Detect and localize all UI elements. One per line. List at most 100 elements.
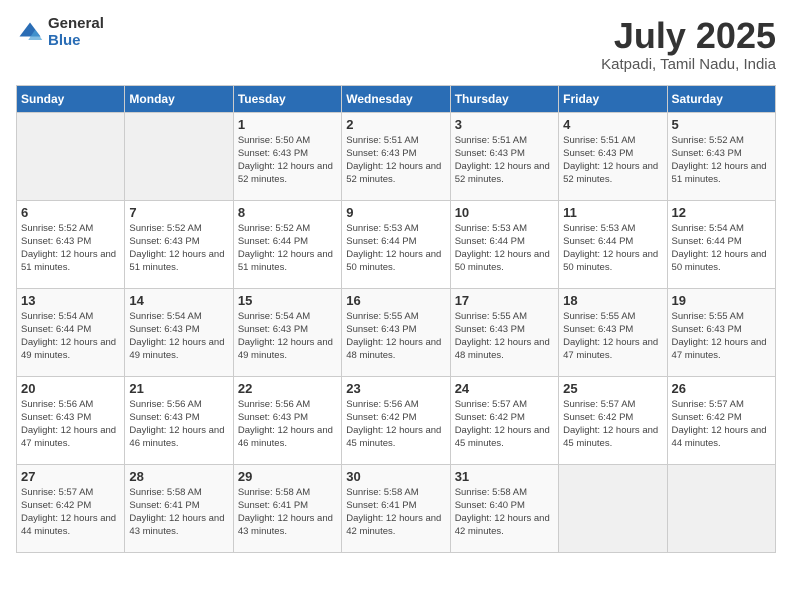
week-row-3: 13 Sunrise: 5:54 AM Sunset: 6:44 PM Dayli… bbox=[17, 288, 776, 376]
header-sunday: Sunday bbox=[17, 85, 125, 112]
page-header: General Blue July 2025 Katpadi, Tamil Na… bbox=[16, 16, 776, 73]
day-number: 31 bbox=[455, 469, 554, 484]
day-number: 26 bbox=[672, 381, 771, 396]
day-number: 13 bbox=[21, 293, 120, 308]
day-number: 24 bbox=[455, 381, 554, 396]
day-info: Sunrise: 5:51 AM Sunset: 6:43 PM Dayligh… bbox=[346, 134, 445, 187]
day-number: 3 bbox=[455, 117, 554, 132]
day-cell: 8Sunrise: 5:52 AM Sunset: 6:44 PM Daylig… bbox=[233, 200, 341, 288]
day-cell: 2 Sunrise: 5:51 AM Sunset: 6:43 PM Daylig… bbox=[342, 112, 450, 200]
day-info: Sunrise: 5:53 AM Sunset: 6:44 PM Dayligh… bbox=[563, 222, 662, 275]
header-monday: Monday bbox=[125, 85, 233, 112]
day-number: 7 bbox=[129, 205, 228, 220]
day-info: Sunrise: 5:54 AM Sunset: 6:44 PM Dayligh… bbox=[672, 222, 771, 275]
day-cell bbox=[559, 464, 667, 552]
day-info: Sunrise: 5:57 AM Sunset: 6:42 PM Dayligh… bbox=[563, 398, 662, 451]
day-cell: 4 Sunrise: 5:51 AM Sunset: 6:43 PM Daylig… bbox=[559, 112, 667, 200]
day-info: Sunrise: 5:56 AM Sunset: 6:43 PM Dayligh… bbox=[129, 398, 228, 451]
day-cell: 13 Sunrise: 5:54 AM Sunset: 6:44 PM Dayli… bbox=[17, 288, 125, 376]
day-number: 21 bbox=[129, 381, 228, 396]
day-number: 17 bbox=[455, 293, 554, 308]
day-cell: 24 Sunrise: 5:57 AM Sunset: 6:42 PM Dayli… bbox=[450, 376, 558, 464]
day-cell: 26 Sunrise: 5:57 AM Sunset: 6:42 PM Dayli… bbox=[667, 376, 775, 464]
day-info: Sunrise: 5:56 AM Sunset: 6:43 PM Dayligh… bbox=[238, 398, 337, 451]
day-cell: 15Sunrise: 5:54 AM Sunset: 6:43 PM Dayli… bbox=[233, 288, 341, 376]
day-number: 18 bbox=[563, 293, 662, 308]
day-number: 16 bbox=[346, 293, 445, 308]
day-info: Sunrise: 5:56 AM Sunset: 6:42 PM Dayligh… bbox=[346, 398, 445, 451]
day-cell: 7 Sunrise: 5:52 AM Sunset: 6:43 PM Daylig… bbox=[125, 200, 233, 288]
calendar-table: SundayMondayTuesdayWednesdayThursdayFrid… bbox=[16, 85, 776, 553]
day-info: Sunrise: 5:56 AM Sunset: 6:43 PM Dayligh… bbox=[21, 398, 120, 451]
day-info: Sunrise: 5:52 AM Sunset: 6:43 PM Dayligh… bbox=[21, 222, 120, 275]
day-info: Sunrise: 5:52 AM Sunset: 6:43 PM Dayligh… bbox=[129, 222, 228, 275]
day-info: Sunrise: 5:58 AM Sunset: 6:41 PM Dayligh… bbox=[238, 486, 337, 539]
day-info: Sunrise: 5:54 AM Sunset: 6:44 PM Dayligh… bbox=[21, 310, 120, 363]
day-cell: 16Sunrise: 5:55 AM Sunset: 6:43 PM Dayli… bbox=[342, 288, 450, 376]
day-cell: 30Sunrise: 5:58 AM Sunset: 6:41 PM Dayli… bbox=[342, 464, 450, 552]
day-info: Sunrise: 5:58 AM Sunset: 6:41 PM Dayligh… bbox=[129, 486, 228, 539]
header-wednesday: Wednesday bbox=[342, 85, 450, 112]
day-cell: 5 Sunrise: 5:52 AM Sunset: 6:43 PM Daylig… bbox=[667, 112, 775, 200]
day-cell: 22 Sunrise: 5:56 AM Sunset: 6:43 PM Dayli… bbox=[233, 376, 341, 464]
week-row-4: 20 Sunrise: 5:56 AM Sunset: 6:43 PM Dayli… bbox=[17, 376, 776, 464]
logo: General Blue bbox=[16, 16, 104, 49]
day-number: 14 bbox=[129, 293, 228, 308]
day-info: Sunrise: 5:55 AM Sunset: 6:43 PM Dayligh… bbox=[455, 310, 554, 363]
day-number: 5 bbox=[672, 117, 771, 132]
day-cell: 12 Sunrise: 5:54 AM Sunset: 6:44 PM Dayli… bbox=[667, 200, 775, 288]
day-info: Sunrise: 5:52 AM Sunset: 6:43 PM Dayligh… bbox=[672, 134, 771, 187]
logo-icon bbox=[16, 19, 44, 47]
logo-general: General bbox=[48, 16, 104, 33]
logo-blue: Blue bbox=[48, 33, 104, 50]
day-cell: 28 Sunrise: 5:58 AM Sunset: 6:41 PM Dayli… bbox=[125, 464, 233, 552]
header-tuesday: Tuesday bbox=[233, 85, 341, 112]
day-info: Sunrise: 5:53 AM Sunset: 6:44 PM Dayligh… bbox=[455, 222, 554, 275]
day-number: 28 bbox=[129, 469, 228, 484]
day-number: 4 bbox=[563, 117, 662, 132]
day-info: Sunrise: 5:51 AM Sunset: 6:43 PM Dayligh… bbox=[563, 134, 662, 187]
day-info: Sunrise: 5:57 AM Sunset: 6:42 PM Dayligh… bbox=[21, 486, 120, 539]
day-cell: 17 Sunrise: 5:55 AM Sunset: 6:43 PM Dayli… bbox=[450, 288, 558, 376]
day-cell: 9Sunrise: 5:53 AM Sunset: 6:44 PM Daylig… bbox=[342, 200, 450, 288]
day-info: Sunrise: 5:51 AM Sunset: 6:43 PM Dayligh… bbox=[455, 134, 554, 187]
day-cell: 29Sunrise: 5:58 AM Sunset: 6:41 PM Dayli… bbox=[233, 464, 341, 552]
day-info: Sunrise: 5:50 AM Sunset: 6:43 PM Dayligh… bbox=[238, 134, 337, 187]
day-number: 12 bbox=[672, 205, 771, 220]
day-cell: 14Sunrise: 5:54 AM Sunset: 6:43 PM Dayli… bbox=[125, 288, 233, 376]
day-number: 10 bbox=[455, 205, 554, 220]
day-info: Sunrise: 5:52 AM Sunset: 6:44 PM Dayligh… bbox=[238, 222, 337, 275]
day-cell: 31Sunrise: 5:58 AM Sunset: 6:40 PM Dayli… bbox=[450, 464, 558, 552]
day-number: 23 bbox=[346, 381, 445, 396]
title-block: July 2025 Katpadi, Tamil Nadu, India bbox=[601, 16, 776, 73]
day-number: 1 bbox=[238, 117, 337, 132]
day-info: Sunrise: 5:57 AM Sunset: 6:42 PM Dayligh… bbox=[455, 398, 554, 451]
day-cell: 19Sunrise: 5:55 AM Sunset: 6:43 PM Dayli… bbox=[667, 288, 775, 376]
header-thursday: Thursday bbox=[450, 85, 558, 112]
day-info: Sunrise: 5:57 AM Sunset: 6:42 PM Dayligh… bbox=[672, 398, 771, 451]
calendar-header-row: SundayMondayTuesdayWednesdayThursdayFrid… bbox=[17, 85, 776, 112]
day-info: Sunrise: 5:53 AM Sunset: 6:44 PM Dayligh… bbox=[346, 222, 445, 275]
day-cell: 3 Sunrise: 5:51 AM Sunset: 6:43 PM Daylig… bbox=[450, 112, 558, 200]
header-friday: Friday bbox=[559, 85, 667, 112]
header-saturday: Saturday bbox=[667, 85, 775, 112]
day-cell: 27 Sunrise: 5:57 AM Sunset: 6:42 PM Dayli… bbox=[17, 464, 125, 552]
day-cell bbox=[17, 112, 125, 200]
day-info: Sunrise: 5:58 AM Sunset: 6:41 PM Dayligh… bbox=[346, 486, 445, 539]
day-number: 20 bbox=[21, 381, 120, 396]
day-number: 22 bbox=[238, 381, 337, 396]
day-cell: 10 Sunrise: 5:53 AM Sunset: 6:44 PM Dayli… bbox=[450, 200, 558, 288]
day-cell: 6 Sunrise: 5:52 AM Sunset: 6:43 PM Daylig… bbox=[17, 200, 125, 288]
month-title: July 2025 bbox=[601, 16, 776, 56]
day-cell: 21 Sunrise: 5:56 AM Sunset: 6:43 PM Dayli… bbox=[125, 376, 233, 464]
day-cell bbox=[667, 464, 775, 552]
day-number: 6 bbox=[21, 205, 120, 220]
day-number: 2 bbox=[346, 117, 445, 132]
day-number: 15 bbox=[238, 293, 337, 308]
day-number: 11 bbox=[563, 205, 662, 220]
day-number: 27 bbox=[21, 469, 120, 484]
day-cell: 20 Sunrise: 5:56 AM Sunset: 6:43 PM Dayli… bbox=[17, 376, 125, 464]
day-info: Sunrise: 5:55 AM Sunset: 6:43 PM Dayligh… bbox=[672, 310, 771, 363]
day-cell bbox=[125, 112, 233, 200]
day-cell: 18Sunrise: 5:55 AM Sunset: 6:43 PM Dayli… bbox=[559, 288, 667, 376]
